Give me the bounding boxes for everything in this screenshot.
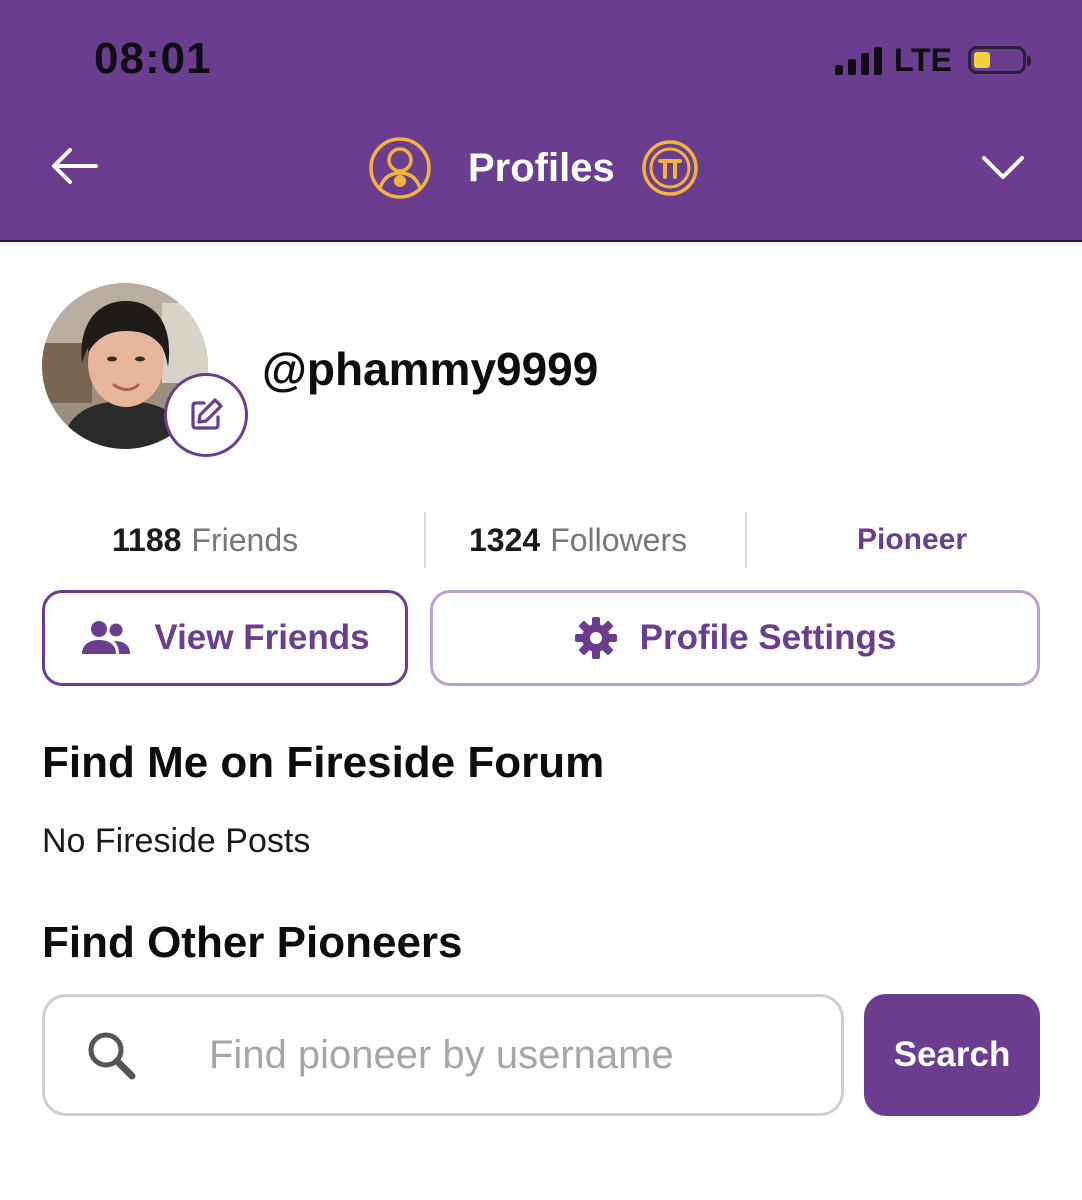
username: @phammy9999	[262, 343, 599, 395]
header-title-group: Profiles	[368, 136, 699, 200]
view-friends-button[interactable]: View Friends	[42, 590, 408, 686]
followers-stat: 1324 Followers	[469, 512, 687, 568]
search-input[interactable]	[207, 1031, 811, 1079]
fireside-section-title: Find Me on Fireside Forum	[42, 738, 605, 787]
fireside-empty-text: No Fireside Posts	[42, 822, 311, 860]
friends-stat: 1188 Friends	[112, 512, 298, 568]
view-friends-label: View Friends	[154, 618, 370, 657]
find-pioneers-title: Find Other Pioneers	[42, 918, 463, 967]
role-badge: Pioneer	[857, 523, 968, 556]
search-field[interactable]	[42, 994, 844, 1116]
status-time: 08:01	[94, 34, 212, 83]
stat-divider	[745, 512, 747, 568]
page-title: Profiles	[468, 145, 615, 190]
app-header: 08:01 LTE Profiles	[0, 0, 1082, 242]
profile-settings-button[interactable]: Profile Settings	[430, 590, 1040, 686]
battery-icon	[968, 46, 1031, 74]
followers-count: 1324	[469, 521, 541, 558]
stat-divider	[424, 512, 426, 568]
network-label: LTE	[893, 41, 952, 78]
profile-settings-label: Profile Settings	[639, 618, 897, 657]
arrow-left-icon[interactable]	[46, 140, 102, 192]
profile-stats: 1188 Friends 1324 Followers Pioneer	[0, 512, 1082, 568]
search-icon	[88, 1032, 136, 1080]
profile-user-icon	[369, 137, 431, 199]
search-button[interactable]: Search	[864, 994, 1040, 1116]
signal-icon	[834, 45, 882, 75]
edit-avatar-button[interactable]	[164, 373, 248, 457]
friends-count: 1188	[112, 521, 182, 558]
status-indicators: LTE	[834, 40, 1031, 80]
people-icon	[82, 621, 131, 654]
pencil-square-icon	[191, 398, 223, 430]
followers-label: Followers	[550, 521, 688, 558]
chevron-down-icon[interactable]	[980, 150, 1026, 184]
pi-coin-icon	[641, 140, 698, 196]
gear-icon	[574, 617, 617, 659]
friends-label: Friends	[191, 521, 299, 558]
battery-level	[974, 52, 990, 68]
